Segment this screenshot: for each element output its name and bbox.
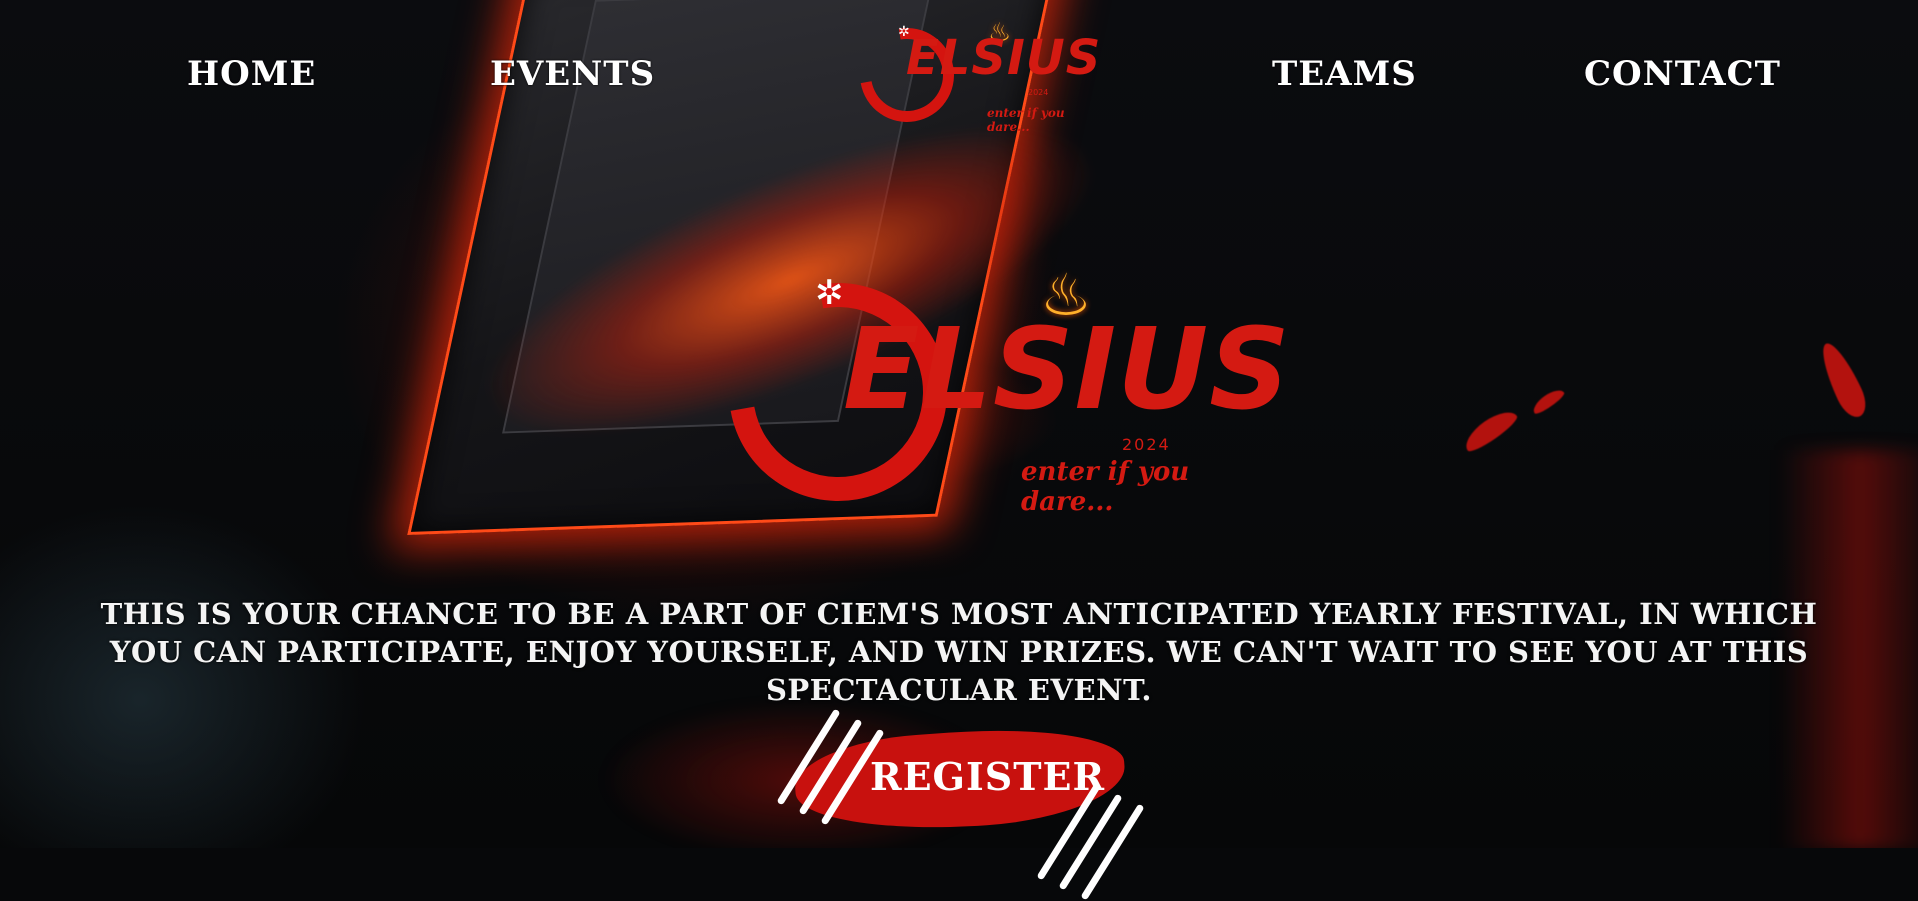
top-navigation: HOME EVENTS ✲ ♨ ELSIUS 2024 enter if you… xyxy=(0,0,1918,150)
logo-tagline: enter if you dare... xyxy=(1021,457,1190,517)
nav-logo[interactable]: ✲ ♨ ELSIUS 2024 enter if you dare... xyxy=(841,9,1100,141)
nav-events-link[interactable]: EVENTS xyxy=(490,54,655,94)
claw-marks-icon xyxy=(1080,803,1145,901)
logo-year: 2024 xyxy=(1122,435,1171,454)
hero-logo: ✲ ♨ ELSIUS 2024 enter if you dare... xyxy=(686,240,1290,544)
nav-teams-link[interactable]: TEAMS xyxy=(1272,54,1417,94)
logo-wordmark: ELSIUS xyxy=(906,30,1102,86)
logo-year: 2024 xyxy=(1028,88,1049,97)
logo-tagline: enter if you dare... xyxy=(987,106,1065,134)
register-button-label: REGISTER xyxy=(870,754,1106,799)
hero-description: This is your chance to be a part of CIEM… xyxy=(100,597,1818,707)
register-button[interactable]: REGISTER xyxy=(765,702,1160,901)
nav-home-link[interactable]: HOME xyxy=(187,54,316,94)
nav-contact-link[interactable]: CONTACT xyxy=(1584,54,1781,94)
logo-wordmark: ELSIUS xyxy=(843,305,1291,435)
spider-icon: ✲ xyxy=(815,273,844,313)
